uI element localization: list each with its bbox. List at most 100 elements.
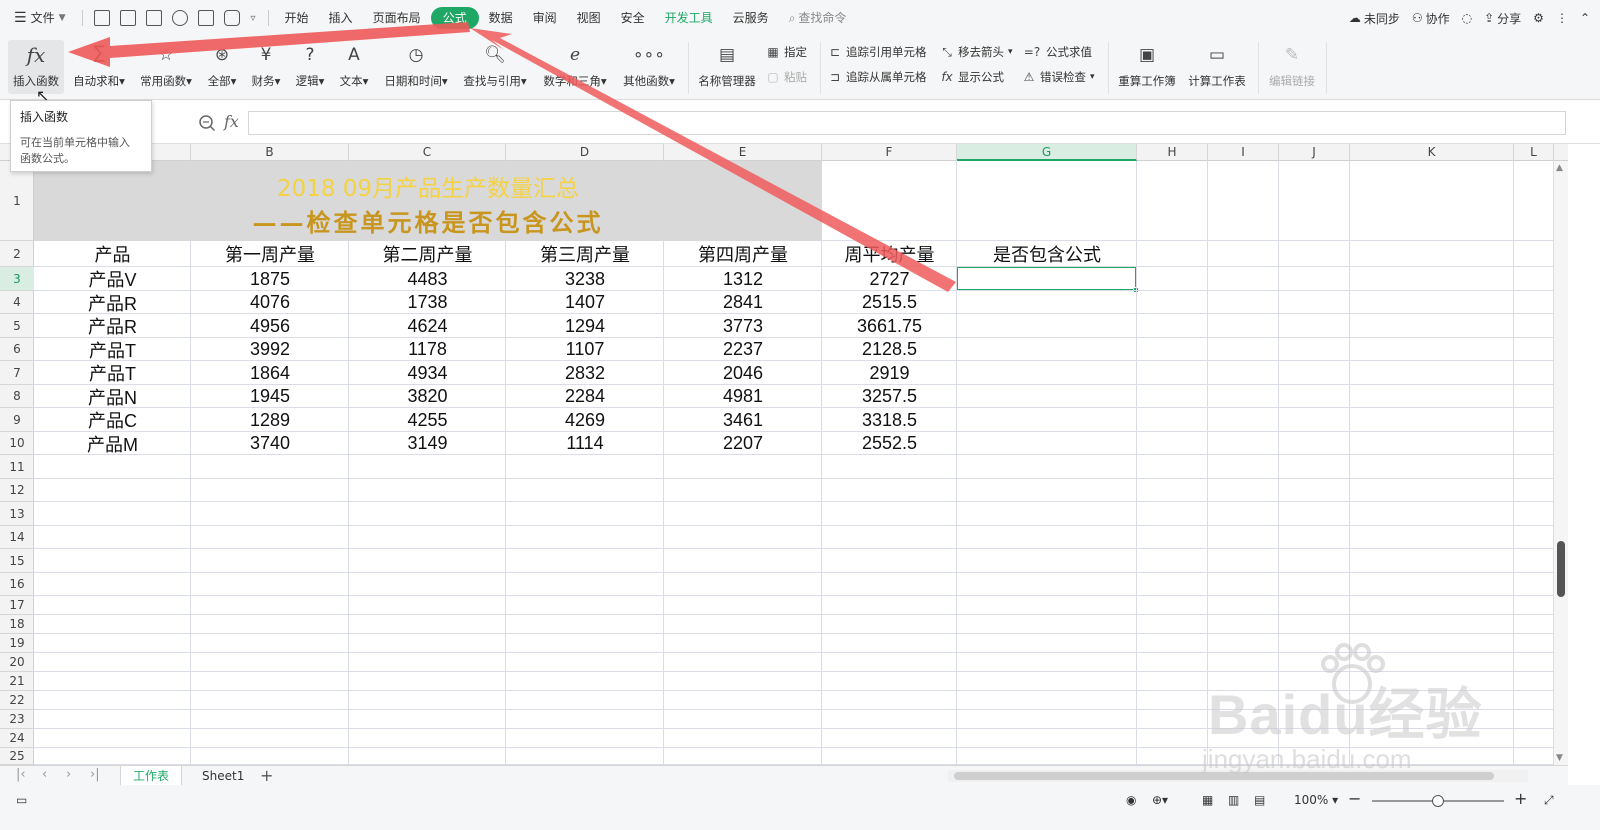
search-command[interactable]: ⌕ 查找命令 xyxy=(779,7,857,29)
data-cell[interactable]: 3740 xyxy=(191,432,349,455)
tab-4[interactable]: 数据 xyxy=(479,7,523,29)
tab-3[interactable]: 公式 xyxy=(430,7,479,29)
row-header-13[interactable]: 13 xyxy=(0,502,34,526)
specify-button[interactable]: ▦ 指定 xyxy=(766,42,807,62)
other-functions-button[interactable]: ∘∘∘ 其他函数▾ xyxy=(620,40,678,94)
header-cell[interactable]: 第二周产量 xyxy=(349,241,506,267)
row-header-24[interactable]: 24 xyxy=(0,729,34,748)
normal-view-icon[interactable]: ▦ xyxy=(1202,793,1213,807)
column-header-d[interactable]: D xyxy=(506,144,664,161)
zoom-search-icon[interactable] xyxy=(198,114,216,132)
tab-8[interactable]: 开发工具 xyxy=(655,7,723,29)
math-button[interactable]: e 数学和三角▾ xyxy=(540,40,610,94)
row-header-10[interactable]: 10 xyxy=(0,432,34,455)
row-header-21[interactable]: 21 xyxy=(0,672,34,691)
data-cell[interactable]: 3318.5 xyxy=(822,408,957,432)
data-cell[interactable]: 2832 xyxy=(506,361,664,385)
horizontal-scroll-thumb[interactable] xyxy=(954,772,1494,780)
header-cell[interactable]: 是否包含公式 xyxy=(957,241,1137,267)
recalc-workbook-button[interactable]: ▣ 重算工作簿 xyxy=(1116,40,1178,94)
header-cell[interactable]: 第一周产量 xyxy=(191,241,349,267)
row-header-11[interactable]: 11 xyxy=(0,455,34,479)
data-cell[interactable]: 2128.5 xyxy=(822,338,957,361)
data-cell[interactable]: 产品M xyxy=(34,432,191,455)
row-header-17[interactable]: 17 xyxy=(0,596,34,615)
page-break-view-icon[interactable]: ▤ xyxy=(1254,793,1265,807)
horizontal-scrollbar[interactable] xyxy=(948,770,1528,782)
data-cell[interactable]: 2284 xyxy=(506,385,664,408)
logic-button[interactable]: ? 逻辑▾ xyxy=(292,40,328,94)
collapse-ribbon-button[interactable]: ⌃ xyxy=(1580,11,1590,25)
data-cell[interactable]: 3461 xyxy=(664,408,822,432)
show-formulas-button[interactable]: fx 显示公式 xyxy=(940,67,1004,87)
column-header-j[interactable]: J xyxy=(1279,144,1350,161)
data-cell[interactable]: 4934 xyxy=(349,361,506,385)
data-cell[interactable]: 1407 xyxy=(506,291,664,314)
print-preview-icon[interactable] xyxy=(171,10,188,26)
zoom-level[interactable]: 100% ▾ xyxy=(1294,793,1338,807)
data-cell[interactable]: 产品N xyxy=(34,385,191,408)
row-header-7[interactable]: 7 xyxy=(0,361,34,385)
data-cell[interactable]: 2207 xyxy=(664,432,822,455)
data-cell[interactable]: 2237 xyxy=(664,338,822,361)
save-icon[interactable] xyxy=(119,10,136,26)
row-header-22[interactable]: 22 xyxy=(0,691,34,710)
next-sheet-icon[interactable]: › xyxy=(66,767,71,782)
column-header-h[interactable]: H xyxy=(1137,144,1208,161)
data-cell[interactable]: 4624 xyxy=(349,314,506,338)
evaluate-formula-button[interactable]: =? 公式求值 xyxy=(1022,42,1092,62)
tab-2[interactable]: 页面布局 xyxy=(363,7,431,29)
data-cell[interactable]: 1945 xyxy=(191,385,349,408)
row-header-6[interactable]: 6 xyxy=(0,338,34,361)
row-header-16[interactable]: 16 xyxy=(0,573,34,596)
add-sheet-icon[interactable]: + xyxy=(260,766,273,785)
more-button[interactable]: ⋮ xyxy=(1556,11,1568,25)
input-mode-icon[interactable]: ⊕▾ xyxy=(1152,793,1168,807)
screenshot-icon[interactable] xyxy=(223,10,240,26)
zoom-in-icon[interactable]: + xyxy=(1514,789,1527,808)
column-header-e[interactable]: E xyxy=(664,144,822,161)
row-header-2[interactable]: 2 xyxy=(0,241,34,267)
row-header-9[interactable]: 9 xyxy=(0,408,34,432)
share-button[interactable]: ⇪ 分享 xyxy=(1484,10,1521,27)
row-header-3[interactable]: 3 xyxy=(0,267,34,291)
data-cell[interactable]: 产品V xyxy=(34,267,191,291)
formula-fx-icon[interactable]: fx xyxy=(224,112,239,131)
sheet-tab-1[interactable]: Sheet1 xyxy=(190,766,256,786)
data-cell[interactable]: 4956 xyxy=(191,314,349,338)
row-header-5[interactable]: 5 xyxy=(0,314,34,338)
selected-cell[interactable] xyxy=(956,266,1137,291)
calc-sheet-button[interactable]: ▭ 计算工作表 xyxy=(1186,40,1248,94)
column-header-i[interactable]: I xyxy=(1208,144,1279,161)
main-menu-button[interactable]: ☰ 文件 ▼ xyxy=(0,7,76,29)
data-cell[interactable]: 3149 xyxy=(349,432,506,455)
row-header-8[interactable]: 8 xyxy=(0,385,34,408)
data-cell[interactable]: 2046 xyxy=(664,361,822,385)
data-cell[interactable]: 3992 xyxy=(191,338,349,361)
tab-7[interactable]: 安全 xyxy=(611,7,655,29)
formula-input[interactable] xyxy=(248,111,1566,135)
macro-record-icon[interactable]: ▭ xyxy=(16,793,27,807)
row-header-14[interactable]: 14 xyxy=(0,526,34,549)
header-cell[interactable]: 产品 xyxy=(34,241,191,267)
first-sheet-icon[interactable]: |‹ xyxy=(16,767,26,782)
data-cell[interactable]: 产品R xyxy=(34,314,191,338)
cell-grid[interactable]: 2018 09月产品生产数量汇总 ——检查单元格是否包含公式 产品 第一周产量 第二… xyxy=(34,161,1554,765)
column-header-k[interactable]: K xyxy=(1350,144,1514,161)
data-cell[interactable]: 2919 xyxy=(822,361,957,385)
data-cell[interactable]: 1738 xyxy=(349,291,506,314)
eye-protection-icon[interactable]: ◉ xyxy=(1126,793,1136,807)
datetime-button[interactable]: ◷ 日期和时间▾ xyxy=(382,40,450,94)
data-cell[interactable]: 产品R xyxy=(34,291,191,314)
column-header-f[interactable]: F xyxy=(822,144,957,161)
trace-dependents-button[interactable]: ⊐ 追踪从属单元格 xyxy=(828,67,927,87)
data-cell[interactable]: 2727 xyxy=(822,267,957,291)
data-cell[interactable]: 2552.5 xyxy=(822,432,957,455)
data-cell[interactable]: 1864 xyxy=(191,361,349,385)
data-cell[interactable]: 3773 xyxy=(664,314,822,338)
comment-button[interactable]: ◌ xyxy=(1462,11,1472,25)
trace-precedents-button[interactable]: ⊏ 追踪引用单元格 xyxy=(828,42,927,62)
new-file-icon[interactable] xyxy=(93,10,110,26)
data-cell[interactable]: 3257.5 xyxy=(822,385,957,408)
row-header-15[interactable]: 15 xyxy=(0,549,34,573)
